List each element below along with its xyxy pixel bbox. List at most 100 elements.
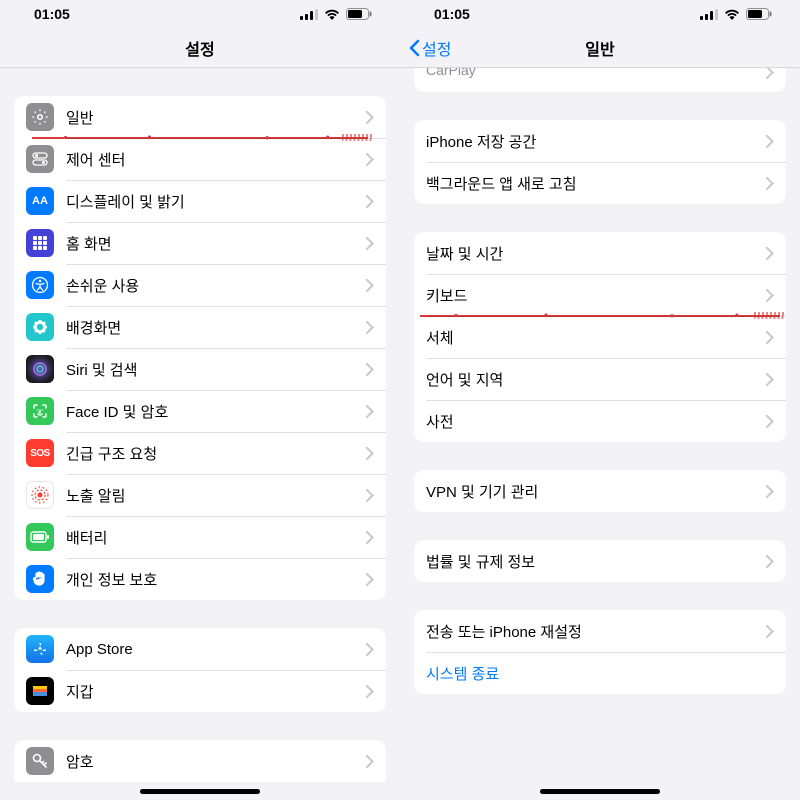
group-reset: 전송 또는 iPhone 재설정 시스템 종료	[414, 610, 786, 694]
row-battery[interactable]: 배터리	[14, 516, 386, 558]
status-icons	[300, 8, 372, 20]
row-passwords[interactable]: 암호	[14, 740, 386, 782]
toggles-icon	[26, 145, 54, 173]
row-label: 노출 알림	[66, 485, 366, 506]
chevron-right-icon	[366, 531, 374, 544]
appstore-icon	[26, 635, 54, 663]
row-label: 시스템 종료	[426, 663, 774, 684]
row-date-time[interactable]: 날짜 및 시간	[414, 232, 786, 274]
group-storage: iPhone 저장 공간 백그라운드 앱 새로 고침	[414, 120, 786, 204]
row-accessibility[interactable]: 손쉬운 사용	[14, 264, 386, 306]
row-exposure[interactable]: 노출 알림	[14, 474, 386, 516]
row-siri[interactable]: Siri 및 검색	[14, 348, 386, 390]
general-content[interactable]: CarPlay iPhone 저장 공간 백그라운드 앱 새로 고침 날짜 및 …	[400, 68, 800, 800]
chevron-right-icon	[366, 363, 374, 376]
row-vpn[interactable]: VPN 및 기기 관리	[414, 470, 786, 512]
home-indicator[interactable]	[540, 789, 660, 794]
group-locale: 날짜 및 시간 키보드 서체 언어 및 지역 사전	[414, 232, 786, 442]
settings-content[interactable]: 일반 제어 센터 AA 디스플레이 및 밝기 홈 화면	[0, 68, 400, 800]
row-privacy[interactable]: 개인 정보 보호	[14, 558, 386, 600]
row-sos[interactable]: SOS 긴급 구조 요청	[14, 432, 386, 474]
row-label: 홈 화면	[66, 233, 366, 254]
wifi-icon	[324, 9, 340, 20]
status-icons	[700, 8, 772, 20]
row-label: 개인 정보 보호	[66, 569, 366, 590]
chevron-right-icon	[766, 68, 774, 79]
row-display[interactable]: AA 디스플레이 및 밝기	[14, 180, 386, 222]
chevron-right-icon	[366, 573, 374, 586]
status-bar: 01:05	[0, 0, 400, 28]
row-carplay[interactable]: CarPlay	[414, 68, 786, 92]
chevron-right-icon	[366, 489, 374, 502]
row-label: 손쉬운 사용	[66, 275, 366, 296]
chevron-right-icon	[366, 755, 374, 768]
cellular-icon	[700, 9, 718, 20]
phone-settings: 01:05 설정 일반 제어 센터	[0, 0, 400, 800]
row-appstore[interactable]: App Store	[14, 628, 386, 670]
back-button[interactable]: 설정	[408, 28, 451, 67]
row-iphone-storage[interactable]: iPhone 저장 공간	[414, 120, 786, 162]
page-title: 일반	[585, 36, 614, 60]
chevron-right-icon	[366, 237, 374, 250]
row-fonts[interactable]: 서체	[414, 316, 786, 358]
chevron-right-icon	[366, 321, 374, 334]
row-label: 배터리	[66, 527, 366, 548]
row-label: 법률 및 규제 정보	[426, 551, 766, 572]
row-dictionary[interactable]: 사전	[414, 400, 786, 442]
row-label: 서체	[426, 327, 766, 348]
row-label: Face ID 및 암호	[66, 401, 366, 422]
page-title: 설정	[185, 36, 214, 60]
chevron-right-icon	[366, 195, 374, 208]
group-legal: 법률 및 규제 정보	[414, 540, 786, 582]
row-control-center[interactable]: 제어 센터	[14, 138, 386, 180]
wifi-icon	[724, 9, 740, 20]
faceid-icon	[26, 397, 54, 425]
row-label: 제어 센터	[66, 149, 366, 170]
row-legal[interactable]: 법률 및 규제 정보	[414, 540, 786, 582]
row-label: 배경화면	[66, 317, 366, 338]
row-transfer-reset[interactable]: 전송 또는 iPhone 재설정	[414, 610, 786, 652]
row-label: 디스플레이 및 밝기	[66, 191, 366, 212]
sos-icon: SOS	[26, 439, 54, 467]
row-faceid[interactable]: Face ID 및 암호	[14, 390, 386, 432]
phone-general: 01:05 설정 일반 CarPlay iPhone 저장 공간	[400, 0, 800, 800]
chevron-right-icon	[766, 373, 774, 386]
row-wallet[interactable]: 지갑	[14, 670, 386, 712]
group-vpn: VPN 및 기기 관리	[414, 470, 786, 512]
row-label: 키보드	[426, 285, 766, 306]
chevron-right-icon	[766, 135, 774, 148]
row-language-region[interactable]: 언어 및 지역	[414, 358, 786, 400]
row-label: VPN 및 기기 관리	[426, 481, 766, 502]
gear-icon	[26, 103, 54, 131]
chevron-right-icon	[366, 447, 374, 460]
row-shutdown[interactable]: 시스템 종료	[414, 652, 786, 694]
cellular-icon	[300, 9, 318, 20]
chevron-right-icon	[366, 279, 374, 292]
row-label: 지갑	[66, 681, 366, 702]
settings-group-passwords: 암호	[14, 740, 386, 782]
row-home-screen[interactable]: 홈 화면	[14, 222, 386, 264]
nav-bar: 설정 일반	[400, 28, 800, 68]
chevron-left-icon	[408, 39, 420, 57]
row-label: 긴급 구조 요청	[66, 443, 366, 464]
row-general[interactable]: 일반	[14, 96, 386, 138]
battery-icon	[746, 8, 772, 20]
chevron-right-icon	[766, 415, 774, 428]
status-time: 01:05	[34, 6, 70, 22]
chevron-right-icon	[366, 153, 374, 166]
row-label: 백그라운드 앱 새로 고침	[426, 173, 766, 194]
row-label: 날짜 및 시간	[426, 243, 766, 264]
settings-group-store: App Store 지갑	[14, 628, 386, 712]
grid-icon	[26, 229, 54, 257]
row-label: 언어 및 지역	[426, 369, 766, 390]
row-keyboard[interactable]: 키보드	[414, 274, 786, 316]
chevron-right-icon	[366, 111, 374, 124]
row-label: 사전	[426, 411, 766, 432]
row-label: CarPlay	[426, 68, 766, 78]
siri-icon	[26, 355, 54, 383]
settings-group-system: 일반 제어 센터 AA 디스플레이 및 밝기 홈 화면	[14, 96, 386, 600]
row-wallpaper[interactable]: 배경화면	[14, 306, 386, 348]
chevron-right-icon	[766, 247, 774, 260]
row-background-refresh[interactable]: 백그라운드 앱 새로 고침	[414, 162, 786, 204]
home-indicator[interactable]	[140, 789, 260, 794]
